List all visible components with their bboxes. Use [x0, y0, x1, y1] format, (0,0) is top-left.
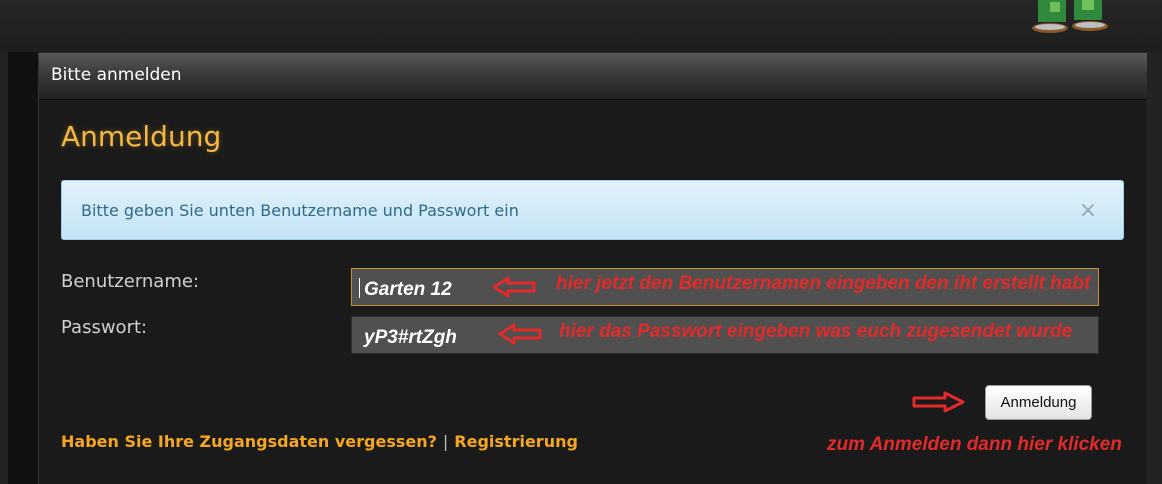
- red-arrow-icon: [492, 276, 536, 298]
- login-annotation: zum Anmelden dann hier klicken: [827, 434, 1122, 455]
- username-annotation: hier jetzt den Benutzernamen eingeben de…: [556, 273, 1091, 294]
- login-button[interactable]: Anmeldung: [985, 385, 1092, 420]
- forgot-credentials-link[interactable]: Haben Sie Ihre Zugangsdaten vergessen?: [61, 432, 437, 451]
- close-icon[interactable]: ×: [1076, 199, 1100, 223]
- page-title: Anmeldung: [61, 120, 222, 153]
- red-arrow-icon: [498, 323, 542, 345]
- register-link[interactable]: Registrierung: [454, 432, 578, 451]
- panel-title: Bitte anmelden: [51, 65, 182, 85]
- text-caret: [359, 278, 360, 298]
- password-value: yP3#rtZgh: [364, 327, 457, 348]
- username-value: Garten 12: [364, 279, 452, 300]
- bottom-links: Haben Sie Ihre Zugangsdaten vergessen? | R…: [61, 432, 578, 451]
- info-alert: Bitte geben Sie unten Benutzername und P…: [61, 180, 1124, 240]
- link-separator: |: [442, 432, 449, 451]
- left-sidebar-strip: [8, 52, 38, 484]
- username-label: Benutzername:: [61, 271, 200, 292]
- alert-message: Bitte geben Sie unten Benutzername und P…: [81, 201, 519, 220]
- password-label: Passwort:: [61, 317, 148, 338]
- password-annotation: hier das Passwort eingeben was euch zuge…: [559, 321, 1073, 342]
- login-panel: Bitte anmelden Anmeldung Bitte geben Sie…: [38, 53, 1147, 484]
- panel-header: Bitte anmelden: [39, 53, 1147, 100]
- top-bar: [0, 0, 1162, 52]
- red-arrow-icon: [912, 391, 965, 413]
- mascot-figure-icon: [1032, 0, 1108, 33]
